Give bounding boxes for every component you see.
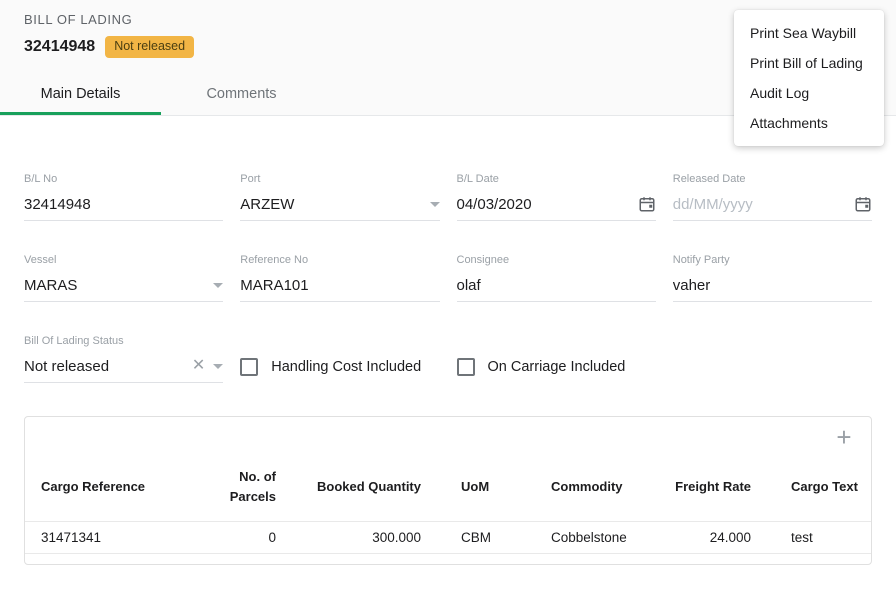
cell-cargo-text: test: [751, 521, 871, 553]
add-cargo-button[interactable]: +: [831, 425, 857, 451]
tab-main-details[interactable]: Main Details: [0, 74, 161, 115]
form-row-3: Bill Of Lading Status Not released ✕ Han…: [24, 335, 872, 383]
context-menu: Print Sea Waybill Print Bill of Lading A…: [734, 10, 884, 146]
vessel-label: Vessel: [24, 254, 223, 267]
col-header-no-of-parcels: No. of Parcels: [200, 451, 276, 522]
menu-item-audit-log[interactable]: Audit Log: [734, 78, 884, 108]
released-date-label: Released Date: [673, 173, 872, 186]
menu-item-print-sea-waybill[interactable]: Print Sea Waybill: [734, 18, 884, 48]
field-vessel: Vessel MARAS: [24, 254, 223, 302]
cell-no-of-parcels: 0: [200, 521, 276, 553]
cell-freight-rate: 24.000: [671, 521, 751, 553]
form-row-1: B/L No Port ARZEW B/L Date: [24, 173, 872, 221]
table-header-row: Cargo Reference No. of Parcels Booked Qu…: [25, 451, 871, 522]
cell-uom: CBM: [421, 521, 551, 553]
col-header-commodity: Commodity: [551, 451, 671, 522]
field-bl-no: B/L No: [24, 173, 223, 221]
consignee-input[interactable]: [457, 277, 656, 294]
port-value: ARZEW: [240, 196, 421, 213]
calendar-icon[interactable]: [638, 195, 656, 213]
plus-icon: +: [836, 422, 851, 452]
cargo-table: Cargo Reference No. of Parcels Booked Qu…: [25, 451, 871, 554]
bl-date-label: B/L Date: [457, 173, 656, 186]
port-select[interactable]: ARZEW: [240, 191, 439, 221]
col-header-cargo-reference: Cargo Reference: [25, 451, 200, 522]
cell-booked-quantity: 300.000: [276, 521, 421, 553]
clear-icon[interactable]: ✕: [192, 358, 205, 374]
notify-party-input[interactable]: [673, 277, 872, 294]
reference-no-label: Reference No: [240, 254, 439, 267]
field-notify-party: Notify Party: [673, 254, 872, 302]
col-header-cargo-text: Cargo Text: [751, 451, 871, 522]
handling-cost-label: Handling Cost Included: [271, 359, 421, 375]
bill-of-lading-page: { "colors": { "accent_green": "#18A05B",…: [0, 0, 896, 599]
status-badge: Not released: [105, 36, 194, 58]
cell-commodity: Cobbelstone: [551, 521, 671, 553]
field-bl-status: Bill Of Lading Status Not released ✕: [24, 335, 223, 383]
menu-item-attachments[interactable]: Attachments: [734, 108, 884, 138]
tab-comments[interactable]: Comments: [161, 74, 322, 115]
port-label: Port: [240, 173, 439, 186]
table-row[interactable]: 31471341 0 300.000 CBM Cobbelstone 24.00…: [25, 521, 871, 553]
col-header-booked-quantity: Booked Quantity: [276, 451, 421, 522]
calendar-icon[interactable]: [854, 195, 872, 213]
cell-cargo-reference: 31471341: [25, 521, 200, 553]
main-details-form: B/L No Port ARZEW B/L Date: [0, 116, 896, 383]
col-header-freight-rate: Freight Rate: [671, 451, 751, 522]
notify-party-label: Notify Party: [673, 254, 872, 267]
field-bl-date: B/L Date: [457, 173, 656, 221]
cargo-card-toolbar: +: [25, 417, 871, 451]
reference-no-input[interactable]: [240, 277, 439, 294]
vessel-value: MARAS: [24, 277, 205, 294]
checkbox-box: [240, 358, 258, 376]
bl-status-label: Bill Of Lading Status: [24, 335, 223, 348]
bl-status-value: Not released: [24, 358, 184, 375]
on-carriage-label: On Carriage Included: [488, 359, 626, 375]
bl-date-input[interactable]: [457, 196, 630, 213]
form-row-2: Vessel MARAS Reference No Consignee Noti…: [24, 254, 872, 302]
bill-of-lading-number: 32414948: [24, 38, 95, 56]
checkbox-box: [457, 358, 475, 376]
released-date-input[interactable]: [673, 196, 846, 213]
vessel-select[interactable]: MARAS: [24, 272, 223, 302]
cargo-card: + Cargo Reference No. of Parcels Booked …: [24, 416, 872, 565]
bl-no-input[interactable]: [24, 196, 223, 213]
chevron-down-icon: [213, 364, 223, 369]
handling-cost-checkbox[interactable]: Handling Cost Included: [240, 351, 439, 383]
field-port: Port ARZEW: [240, 173, 439, 221]
chevron-down-icon: [213, 283, 223, 288]
menu-item-print-bill-of-lading[interactable]: Print Bill of Lading: [734, 48, 884, 78]
bl-no-label: B/L No: [24, 173, 223, 186]
on-carriage-checkbox[interactable]: On Carriage Included: [457, 351, 656, 383]
field-reference-no: Reference No: [240, 254, 439, 302]
field-released-date: Released Date: [673, 173, 872, 221]
field-consignee: Consignee: [457, 254, 656, 302]
consignee-label: Consignee: [457, 254, 656, 267]
chevron-down-icon: [430, 202, 440, 207]
bl-status-select[interactable]: Not released ✕: [24, 353, 223, 383]
col-header-uom: UoM: [421, 451, 551, 522]
